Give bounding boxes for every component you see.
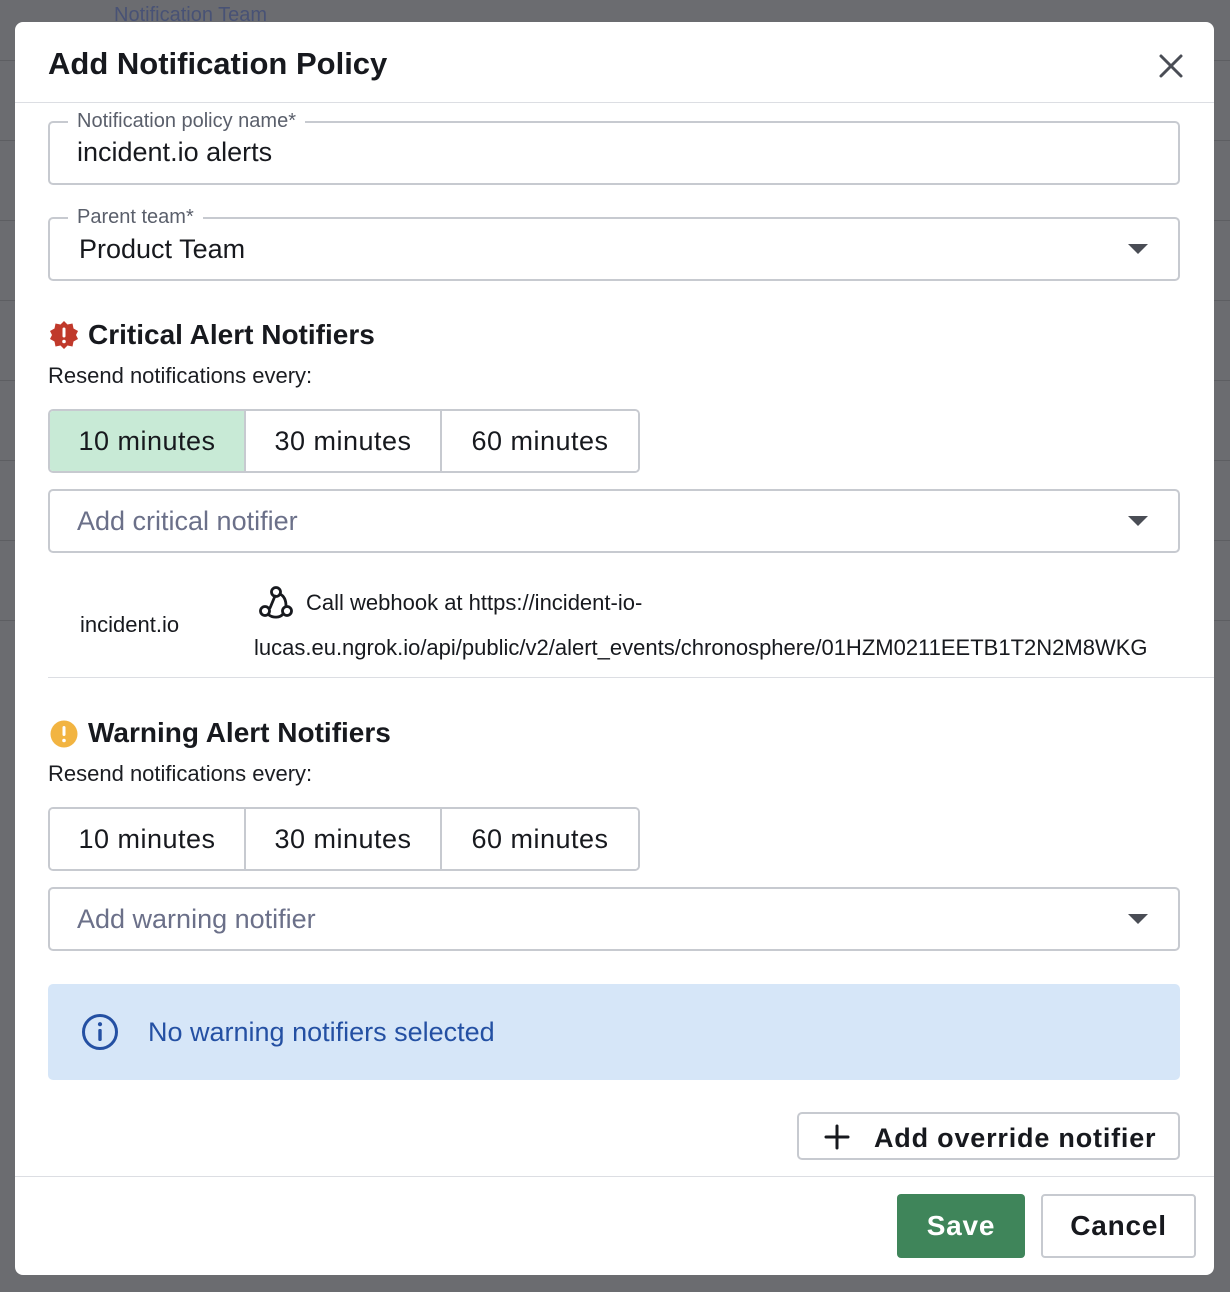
header-divider: [15, 102, 1214, 103]
add-override-notifier-button[interactable]: Add override notifier: [797, 1112, 1180, 1160]
policy-name-field[interactable]: Notification policy name* incident.io al…: [48, 109, 1180, 185]
close-icon: [1159, 54, 1183, 78]
parent-team-select[interactable]: Parent team* Product Team: [48, 205, 1180, 281]
footer-divider: [15, 1176, 1214, 1177]
warning-interval-10[interactable]: 10 minutes: [50, 809, 246, 869]
warning-section-title: Warning Alert Notifiers: [88, 717, 391, 748]
info-icon: [82, 1014, 118, 1050]
critical-interval-10[interactable]: 10 minutes: [50, 411, 246, 471]
webhook-description-line1: Call webhook at https://incident-io-: [306, 590, 643, 615]
add-critical-notifier-placeholder: Add critical notifier: [77, 506, 298, 536]
warning-interval-60[interactable]: 60 minutes: [442, 809, 638, 869]
policy-name-label: Notification policy name*: [68, 109, 305, 133]
chevron-down-icon: [1128, 914, 1148, 924]
warning-alert-icon: [50, 720, 78, 748]
add-override-notifier-label: Add override notifier: [874, 1123, 1157, 1153]
save-button[interactable]: Save: [897, 1194, 1025, 1258]
webhook-description-line2: lucas.eu.ngrok.io/api/public/v2/alert_ev…: [254, 635, 1148, 660]
parent-team-label: Parent team*: [68, 205, 203, 229]
critical-alert-icon: [50, 321, 78, 349]
no-warning-notifiers-alert: No warning notifiers selected: [48, 984, 1180, 1080]
notifier-row-divider: [48, 677, 1214, 678]
plus-icon: [824, 1124, 850, 1150]
critical-interval-60[interactable]: 60 minutes: [442, 411, 638, 471]
cancel-button[interactable]: Cancel: [1041, 1194, 1196, 1258]
parent-team-value: Product Team: [79, 234, 246, 264]
chevron-down-icon: [1128, 516, 1148, 526]
warning-interval-selector: 10 minutes 30 minutes 60 minutes: [48, 807, 640, 871]
close-button[interactable]: [1153, 48, 1189, 84]
policy-name-value: incident.io alerts: [77, 137, 273, 167]
critical-interval-selector: 10 minutes 30 minutes 60 minutes: [48, 409, 640, 473]
warning-resend-label: Resend notifications every:: [48, 761, 313, 786]
warning-interval-30[interactable]: 30 minutes: [246, 809, 442, 869]
add-notification-policy-dialog: Add Notification Policy Notification pol…: [15, 22, 1214, 1275]
add-warning-notifier-select[interactable]: Add warning notifier: [48, 887, 1180, 951]
add-critical-notifier-select[interactable]: Add critical notifier: [48, 489, 1180, 553]
critical-interval-30[interactable]: 30 minutes: [246, 411, 442, 471]
critical-resend-label: Resend notifications every:: [48, 363, 313, 388]
webhook-icon: [259, 586, 293, 619]
dialog-title: Add Notification Policy: [48, 46, 388, 81]
notifier-name: incident.io: [80, 612, 180, 637]
chevron-down-icon: [1128, 244, 1148, 254]
no-warning-notifiers-message: No warning notifiers selected: [148, 1017, 495, 1047]
add-warning-notifier-placeholder: Add warning notifier: [77, 904, 316, 934]
critical-section-title: Critical Alert Notifiers: [88, 319, 375, 350]
